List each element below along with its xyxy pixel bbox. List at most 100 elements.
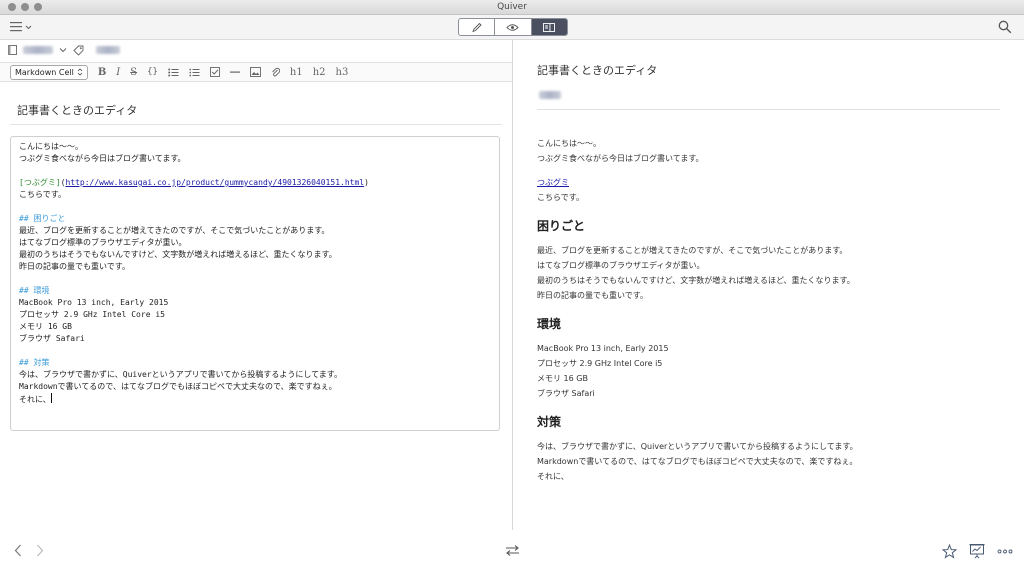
preview-text-line: MacBook Pro 13 inch, Early 2015	[537, 344, 669, 353]
updown-chevron-icon	[77, 68, 83, 76]
editor-line: [つぶグミ](http://www.kasugai.co.jp/product/…	[19, 177, 491, 189]
preview-text-line: それに、	[537, 472, 569, 481]
editor-line: ## 対策	[19, 358, 50, 367]
bullet-list-icon[interactable]	[168, 68, 179, 77]
preview-text-line: 最初のうちはそうでもないんですけど、文字数が増えれば増えるほど、重たくなります。	[537, 276, 855, 285]
editor-line: こんにちは〜〜。	[19, 142, 83, 151]
preview-text-line: 最近、ブログを更新することが増えてきたのですが、そこで気づいたことがあります。	[537, 246, 848, 255]
preview-link-line: つぶグミ	[537, 175, 1007, 190]
preview-title: 記事書くときのエディタ	[537, 64, 658, 77]
preview-text-line: 昨日の記事の量でも重いです。	[537, 291, 648, 300]
numbered-list-icon[interactable]	[189, 68, 200, 77]
split-view-icon	[543, 22, 556, 32]
cell-type-select[interactable]: Markdown Cell	[10, 64, 88, 80]
cell-type-label: Markdown Cell	[15, 67, 74, 77]
preview-text-line: Markdownで書いてるので、はてなブログでもほぼコピペで大丈夫なので、楽です…	[537, 457, 858, 466]
horizontal-rule-icon[interactable]	[229, 70, 240, 74]
editor-line: 昨日の記事の量でも重いです。	[19, 262, 130, 271]
view-mode-switch	[458, 18, 568, 36]
chevron-right-icon	[37, 544, 44, 556]
preview-heading: 対策	[537, 415, 562, 429]
edit-mode-button[interactable]	[459, 19, 496, 35]
preview-text-line: メモリ 16 GB	[537, 374, 588, 383]
notebook-icon	[8, 45, 17, 55]
split-mode-button[interactable]	[531, 19, 567, 35]
eye-icon	[506, 23, 520, 31]
preview-tag-chip	[539, 91, 561, 99]
sidebar-menu-button[interactable]	[10, 19, 34, 35]
code-button[interactable]: {}	[147, 67, 158, 77]
format-toolbar: Markdown Cell B I S {} h1 h2 h3	[0, 62, 512, 82]
editor-line: Markdownで書いてるので、はてなブログでもほぼコピペで大丈夫なので、楽です…	[19, 382, 337, 391]
image-icon[interactable]	[249, 67, 261, 77]
editor-line: MacBook Pro 13 inch, Early 2015	[19, 298, 169, 307]
preview-text-line: 今は、ブラウザで書かずに、Quiverというアプリで書いてから投稿するようにして…	[537, 442, 858, 451]
tag-icon[interactable]	[73, 45, 84, 56]
search-icon	[998, 20, 1012, 34]
window-title: Quiver	[497, 2, 527, 12]
bold-button[interactable]: B	[98, 67, 106, 78]
editor-line: それに、	[19, 393, 52, 404]
editor-pane: Markdown Cell B I S {} h1 h2 h3 記事書くときのエ…	[0, 40, 512, 563]
chevron-down-icon[interactable]	[59, 47, 67, 53]
editor-line: つぶグミ食べながら今日はブログ書いてます。	[19, 154, 186, 163]
presentation-icon	[969, 543, 985, 558]
heading3-button[interactable]: h3	[336, 67, 349, 78]
forward-button[interactable]	[34, 543, 46, 557]
attachment-icon[interactable]	[271, 67, 280, 78]
editor-line: こちらです。	[19, 190, 66, 199]
ellipsis-icon	[997, 549, 1013, 553]
chevron-left-icon	[14, 544, 21, 556]
editor-line: プロセッサ 2.9 GHz Intel Core i5	[19, 310, 165, 319]
preview-text-line: プロセッサ 2.9 GHz Intel Core i5	[537, 359, 663, 368]
preview-mode-button[interactable]	[495, 19, 532, 35]
preview-pane: 記事書くときのエディタ こんにちは〜〜。つぶグミ食べながら今日はブログ書いてます…	[513, 40, 1024, 530]
preview-heading: 環境	[537, 317, 562, 331]
sync-scroll-button[interactable]	[504, 544, 520, 556]
preview-text-line: はてなブログ標準のブラウザエディタが重い。	[537, 261, 705, 270]
search-button[interactable]	[996, 19, 1014, 35]
preview-link[interactable]: つぶグミ	[537, 178, 569, 187]
back-button[interactable]	[12, 543, 24, 557]
italic-button[interactable]: I	[116, 67, 120, 78]
favorite-button[interactable]	[941, 543, 957, 559]
editor-line: 最初のうちはそうでもないんですけど、文字数が増えれば増えるほど、重たくなります。	[19, 250, 337, 259]
note-title[interactable]: 記事書くときのエディタ	[17, 102, 137, 118]
editor-line: 今は、ブラウザで書かずに、Quiverというアプリで書いてから投稿するようにして…	[19, 370, 342, 379]
editor-link-text: [つぶグミ](http://www.kasugai.co.jp/product/…	[19, 178, 369, 187]
notebook-name[interactable]	[23, 46, 53, 54]
editor-line: はてなブログ標準のブラウザエディタが重い。	[19, 238, 187, 247]
title-divider	[10, 124, 502, 125]
heading2-button[interactable]: h2	[313, 67, 326, 78]
title-bar: Quiver	[0, 0, 1024, 15]
text-caret	[50, 393, 52, 403]
strikethrough-button[interactable]: S	[130, 67, 137, 78]
pencil-icon	[471, 22, 482, 32]
heading1-button[interactable]: h1	[290, 67, 303, 78]
more-options-button[interactable]	[996, 546, 1014, 556]
editor-line: ブラウザ Safari	[19, 334, 85, 343]
preview-text-line: こちらです。	[537, 193, 584, 202]
preview-text-line: つぶグミ食べながら今日はブログ書いてます。	[537, 154, 704, 163]
editor-line: ## 環境	[19, 286, 50, 295]
presentation-button[interactable]	[968, 542, 986, 559]
checkbox-icon[interactable]	[209, 67, 220, 77]
tag-chip[interactable]	[96, 46, 120, 54]
bottom-bar	[0, 530, 1024, 563]
preview-text-line: こんにちは〜〜。	[537, 139, 601, 148]
markdown-cell-editor[interactable]: こんにちは〜〜。つぶグミ食べながら今日はブログ書いてます。 [つぶグミ](http…	[10, 136, 500, 431]
main-toolbar	[0, 15, 1024, 40]
editor-line: 最近、ブログを更新することが増えてきたのですが、そこで気づいたことがあります。	[19, 226, 330, 235]
preview-heading: 困りごと	[537, 219, 586, 233]
note-meta-row	[8, 42, 120, 58]
preview-title-divider	[537, 109, 1000, 110]
editor-line: メモリ 16 GB	[19, 322, 72, 331]
